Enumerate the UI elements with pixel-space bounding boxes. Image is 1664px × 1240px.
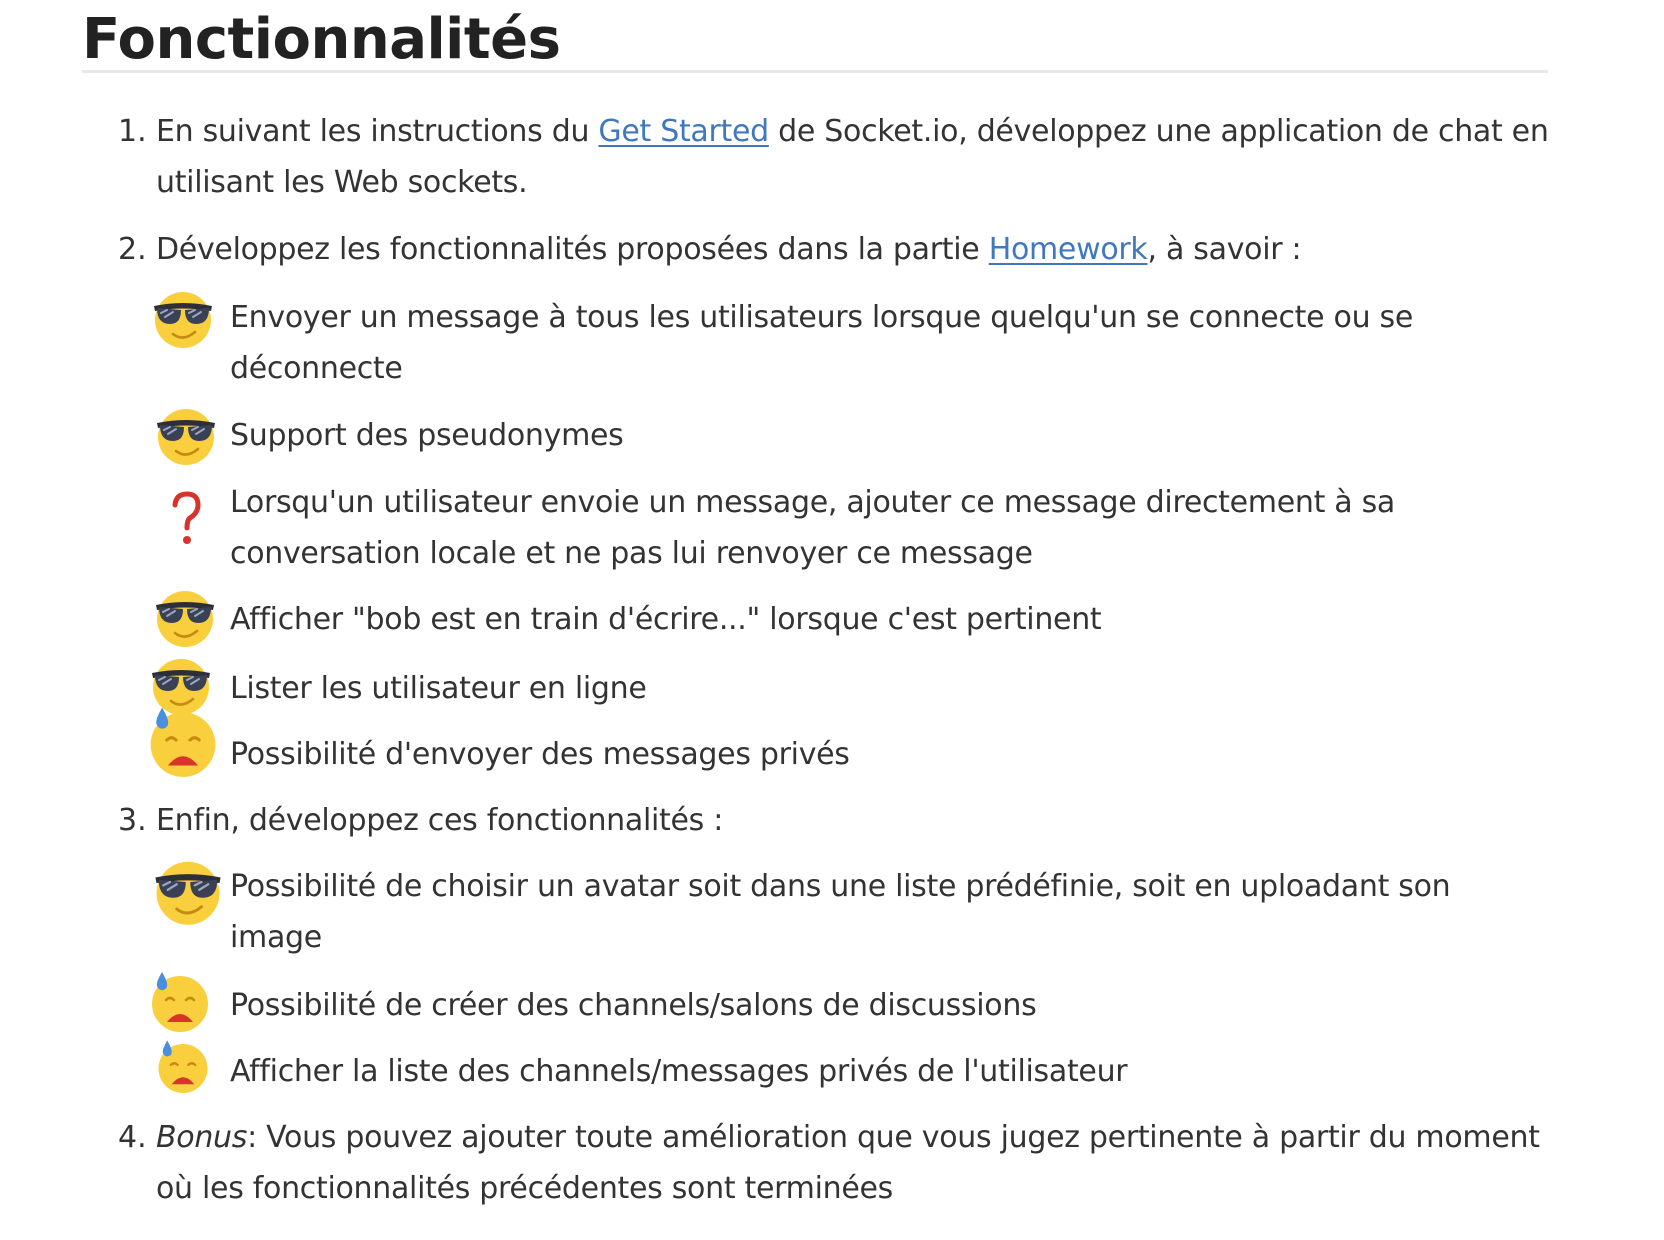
sub-item-line-1: Possibilité de créer des channels/salons…	[230, 988, 1037, 1023]
sub-item-line-1: Envoyer un message à tous les utilisateu…	[230, 300, 1414, 335]
list-number: 2.	[118, 232, 147, 267]
red-question-mark-icon	[166, 488, 206, 552]
sub-item-line-1: Lorsqu'un utilisateur envoie un message,…	[230, 485, 1396, 520]
sub-item-line-1: Support des pseudonymes	[230, 418, 624, 453]
homework-link[interactable]: Homework	[989, 232, 1148, 267]
page: Fonctionnalités 1. En suivant les instru…	[0, 0, 1664, 1240]
sunglasses-face-icon	[153, 585, 217, 649]
sub-item-line-1: Possibilité de choisir un avatar soit da…	[230, 869, 1451, 904]
get-started-link[interactable]: Get Started	[598, 114, 769, 149]
title-divider	[82, 70, 1548, 73]
sub-item-line-1: Possibilité d'envoyer des messages privé…	[230, 737, 850, 772]
item-1-line-1: En suivant les instructions du Get Start…	[156, 106, 1549, 158]
item-4-line-2: où les fonctionnalités précédentes sont …	[156, 1171, 893, 1206]
sunglasses-face-icon	[151, 286, 215, 350]
item-2-text-after: , à savoir :	[1147, 232, 1302, 267]
bonus-label: Bonus	[156, 1120, 248, 1155]
sunglasses-face-icon	[152, 855, 224, 927]
sub-item-line-2: image	[230, 920, 322, 955]
sweating-sad-face-icon	[148, 968, 212, 1032]
sub-item-line-1: Afficher la liste des channels/messages …	[230, 1054, 1128, 1089]
item-3-line-1: Enfin, développez ces fonctionnalités :	[156, 803, 724, 838]
list-number: 4.	[118, 1120, 147, 1155]
item-1-text-after: de Socket.io, développez une application…	[768, 114, 1549, 149]
sub-item-line-2: déconnecte	[230, 351, 403, 386]
sub-item-line-2: conversation locale et ne pas lui renvoy…	[230, 536, 1033, 571]
item-4-line-1: Bonus: Vous pouvez ajouter toute amélior…	[156, 1112, 1540, 1164]
sweating-sad-face-icon	[155, 1037, 211, 1093]
sub-item-line-1: Afficher "bob est en train d'écrire..." …	[230, 602, 1102, 637]
item-4-text: : Vous pouvez ajouter toute amélioration…	[247, 1120, 1540, 1155]
sunglasses-face-icon	[154, 403, 218, 467]
sub-item-line-1: Lister les utilisateur en ligne	[230, 671, 647, 706]
list-number: 1.	[118, 114, 147, 149]
item-1-line-2: utilisant les Web sockets.	[156, 165, 528, 200]
item-2-line-1: Développez les fonctionnalités proposées…	[156, 224, 1302, 276]
item-2-text-before: Développez les fonctionnalités proposées…	[156, 232, 989, 267]
page-title: Fonctionnalités	[82, 7, 561, 72]
sweating-sad-face-icon	[146, 703, 220, 777]
list-number: 3.	[118, 803, 147, 838]
item-1-text-before: En suivant les instructions du	[156, 114, 599, 149]
